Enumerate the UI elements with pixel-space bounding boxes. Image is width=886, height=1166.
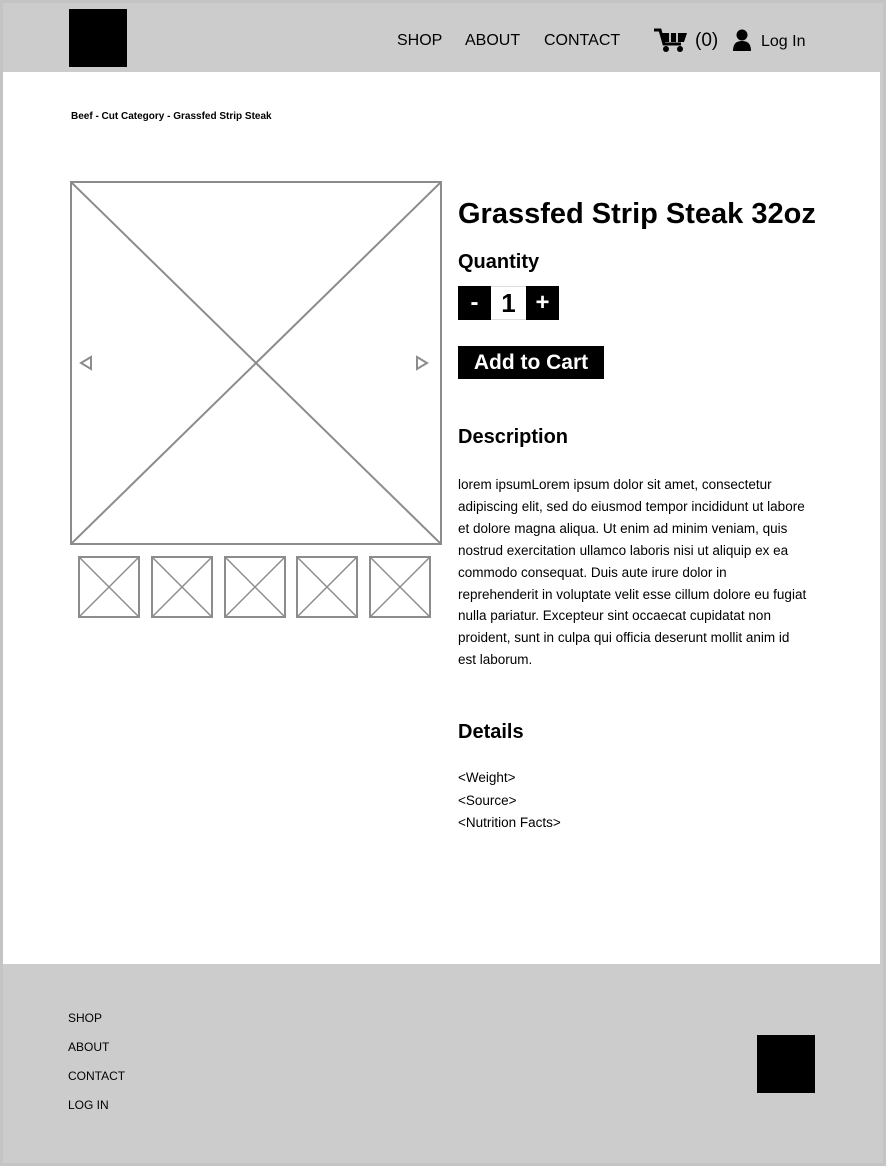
footer-link-login[interactable]: LOG IN [68, 1098, 109, 1112]
arrow-left-icon[interactable] [78, 354, 94, 372]
thumbnail-5[interactable] [369, 556, 431, 618]
detail-weight: <Weight> [458, 770, 516, 785]
footer-logo[interactable] [757, 1035, 815, 1093]
quantity-label: Quantity [458, 251, 540, 273]
site-footer: SHOP ABOUT CONTACT LOG IN [3, 964, 880, 1163]
user-icon [732, 28, 752, 57]
login-button[interactable]: Log In [732, 29, 805, 55]
nav-about[interactable]: ABOUT [465, 31, 520, 51]
description-text: lorem ipsumLorem ipsum dolor sit amet, c… [458, 477, 807, 668]
shopping-cart-icon [653, 28, 689, 54]
login-label: Log In [761, 33, 806, 50]
detail-nutrition-facts: <Nutrition Facts> [458, 815, 561, 830]
quantity-value[interactable]: 1 [491, 286, 526, 320]
description-heading: Description [458, 426, 569, 448]
nav-shop[interactable]: SHOP [397, 31, 442, 51]
details-list: <Weight> <Source> <Nutrition Facts> [458, 767, 561, 835]
thumbnail-3[interactable] [224, 556, 286, 618]
increase-quantity-button[interactable]: + [526, 286, 559, 320]
footer-link-contact[interactable]: CONTACT [68, 1069, 125, 1083]
quantity-stepper: - 1 + [458, 286, 559, 320]
footer-link-shop[interactable]: SHOP [68, 1011, 102, 1025]
breadcrumb[interactable]: Beef - Cut Category - Grassfed Strip Ste… [71, 111, 272, 122]
add-to-cart-button[interactable]: Add to Cart [458, 346, 604, 379]
footer-link-about[interactable]: ABOUT [68, 1040, 109, 1054]
product-page: Beef - Cut Category - Grassfed Strip Ste… [3, 72, 880, 964]
product-image[interactable] [70, 181, 442, 545]
thumbnail-2[interactable] [151, 556, 213, 618]
cart-button[interactable]: (0) [653, 27, 718, 55]
arrow-right-icon[interactable] [414, 354, 430, 372]
cart-count: (0) [695, 30, 719, 51]
detail-source: <Source> [458, 792, 517, 808]
thumbnail-4[interactable] [296, 556, 358, 618]
site-header: SHOP ABOUT CONTACT (0) Log In [3, 3, 880, 72]
details-heading: Details [458, 721, 524, 743]
product-title: Grassfed Strip Steak 32oz [458, 198, 816, 230]
nav-contact[interactable]: CONTACT [544, 31, 620, 51]
decrease-quantity-button[interactable]: - [458, 286, 491, 320]
logo[interactable] [69, 9, 127, 67]
thumbnail-1[interactable] [78, 556, 140, 618]
